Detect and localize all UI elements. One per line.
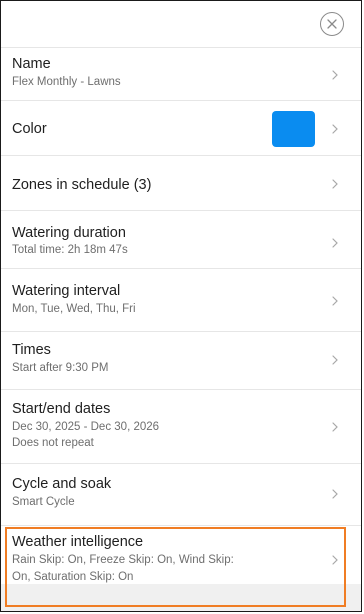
chevron-right-icon	[332, 422, 338, 432]
row-zones[interactable]: Zones in schedule (3)	[1, 156, 361, 211]
row-name-title: Name	[12, 56, 51, 72]
row-cycle-and-soak[interactable]: Cycle and soak Smart Cycle	[1, 464, 361, 526]
chevron-right-icon	[332, 355, 338, 365]
chevron-right-icon	[332, 489, 338, 499]
row-weather-intelligence[interactable]: Weather intelligence Rain Skip: On, Free…	[1, 526, 361, 584]
bottom-band	[1, 584, 361, 611]
schedule-panel: Name Flex Monthly - Lawns Color Zones in…	[0, 0, 362, 612]
chevron-right-icon	[332, 124, 338, 134]
row-interval-value: Mon, Tue, Wed, Thu, Fri	[12, 303, 136, 315]
panel-header	[1, 1, 361, 48]
chevron-right-icon	[332, 179, 338, 189]
row-dates-repeat: Does not repeat	[12, 437, 94, 449]
row-cycle-value: Smart Cycle	[12, 496, 75, 508]
row-duration-value: Total time: 2h 18m 47s	[12, 244, 128, 256]
row-watering-duration[interactable]: Watering duration Total time: 2h 18m 47s	[1, 211, 361, 269]
row-weather-value-line2: On, Saturation Skip: On	[12, 571, 134, 583]
row-weather-title: Weather intelligence	[12, 534, 144, 550]
row-color[interactable]: Color	[1, 101, 361, 156]
row-zones-title: Zones in schedule (3)	[12, 177, 152, 193]
close-button[interactable]	[320, 12, 344, 36]
row-color-title: Color	[12, 121, 47, 137]
row-cycle-title: Cycle and soak	[12, 476, 112, 492]
row-duration-title: Watering duration	[12, 225, 126, 241]
row-times[interactable]: Times Start after 9:30 PM	[1, 332, 361, 390]
row-dates-title: Start/end dates	[12, 401, 111, 417]
chevron-right-icon	[332, 238, 338, 248]
chevron-right-icon	[332, 70, 338, 80]
row-times-title: Times	[12, 342, 51, 358]
row-interval-title: Watering interval	[12, 283, 121, 299]
chevron-right-icon	[332, 296, 338, 306]
close-icon	[327, 19, 337, 29]
chevron-right-icon	[332, 555, 338, 565]
row-name[interactable]: Name Flex Monthly - Lawns	[1, 48, 361, 101]
row-watering-interval[interactable]: Watering interval Mon, Tue, Wed, Thu, Fr…	[1, 269, 361, 332]
color-swatch	[272, 111, 315, 147]
row-name-value: Flex Monthly - Lawns	[12, 76, 121, 88]
row-dates-range: Dec 30, 2025 - Dec 30, 2026	[12, 421, 160, 433]
row-weather-value-line1: Rain Skip: On, Freeze Skip: On, Wind Ski…	[12, 554, 234, 566]
row-times-value: Start after 9:30 PM	[12, 362, 109, 374]
row-start-end-dates[interactable]: Start/end dates Dec 30, 2025 - Dec 30, 2…	[1, 390, 361, 464]
